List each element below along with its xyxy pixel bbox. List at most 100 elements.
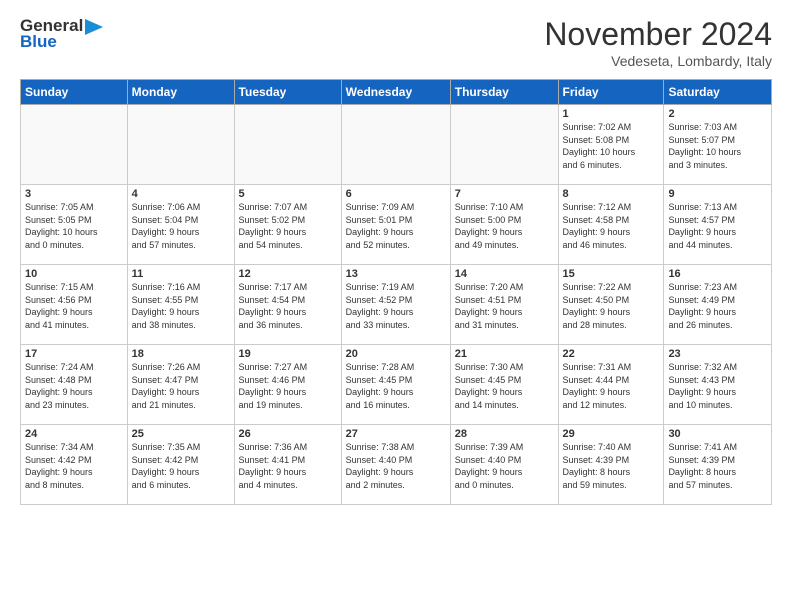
calendar-day-cell [21, 105, 128, 185]
calendar-day-cell: 30Sunrise: 7:41 AM Sunset: 4:39 PM Dayli… [664, 425, 772, 505]
day-number: 21 [455, 348, 554, 360]
day-info: Sunrise: 7:03 AM Sunset: 5:07 PM Dayligh… [668, 121, 767, 171]
day-info: Sunrise: 7:35 AM Sunset: 4:42 PM Dayligh… [132, 441, 230, 491]
day-info: Sunrise: 7:20 AM Sunset: 4:51 PM Dayligh… [455, 281, 554, 331]
day-number: 25 [132, 428, 230, 440]
calendar-day-cell: 26Sunrise: 7:36 AM Sunset: 4:41 PM Dayli… [234, 425, 341, 505]
subtitle: Vedeseta, Lombardy, Italy [544, 53, 772, 69]
day-number: 5 [239, 188, 337, 200]
calendar-day-cell: 5Sunrise: 7:07 AM Sunset: 5:02 PM Daylig… [234, 185, 341, 265]
day-info: Sunrise: 7:23 AM Sunset: 4:49 PM Dayligh… [668, 281, 767, 331]
logo-arrow-icon [85, 19, 103, 35]
day-number: 1 [563, 108, 660, 120]
col-sunday: Sunday [21, 80, 128, 105]
logo-blue: Blue [20, 32, 57, 52]
calendar-day-cell: 27Sunrise: 7:38 AM Sunset: 4:40 PM Dayli… [341, 425, 450, 505]
month-title: November 2024 [544, 16, 772, 53]
day-info: Sunrise: 7:31 AM Sunset: 4:44 PM Dayligh… [563, 361, 660, 411]
day-info: Sunrise: 7:38 AM Sunset: 4:40 PM Dayligh… [346, 441, 446, 491]
calendar-table: Sunday Monday Tuesday Wednesday Thursday… [20, 79, 772, 505]
day-info: Sunrise: 7:41 AM Sunset: 4:39 PM Dayligh… [668, 441, 767, 491]
calendar-day-cell: 10Sunrise: 7:15 AM Sunset: 4:56 PM Dayli… [21, 265, 128, 345]
calendar-day-cell: 20Sunrise: 7:28 AM Sunset: 4:45 PM Dayli… [341, 345, 450, 425]
calendar-day-cell: 2Sunrise: 7:03 AM Sunset: 5:07 PM Daylig… [664, 105, 772, 185]
day-number: 20 [346, 348, 446, 360]
calendar-day-cell: 21Sunrise: 7:30 AM Sunset: 4:45 PM Dayli… [450, 345, 558, 425]
day-info: Sunrise: 7:26 AM Sunset: 4:47 PM Dayligh… [132, 361, 230, 411]
calendar-day-cell: 17Sunrise: 7:24 AM Sunset: 4:48 PM Dayli… [21, 345, 128, 425]
calendar-day-cell: 11Sunrise: 7:16 AM Sunset: 4:55 PM Dayli… [127, 265, 234, 345]
calendar-day-cell [234, 105, 341, 185]
calendar-day-cell [127, 105, 234, 185]
day-info: Sunrise: 7:28 AM Sunset: 4:45 PM Dayligh… [346, 361, 446, 411]
calendar-week-row: 24Sunrise: 7:34 AM Sunset: 4:42 PM Dayli… [21, 425, 772, 505]
col-monday: Monday [127, 80, 234, 105]
day-number: 8 [563, 188, 660, 200]
calendar-day-cell: 6Sunrise: 7:09 AM Sunset: 5:01 PM Daylig… [341, 185, 450, 265]
col-friday: Friday [558, 80, 664, 105]
day-info: Sunrise: 7:32 AM Sunset: 4:43 PM Dayligh… [668, 361, 767, 411]
day-info: Sunrise: 7:07 AM Sunset: 5:02 PM Dayligh… [239, 201, 337, 251]
calendar-week-row: 1Sunrise: 7:02 AM Sunset: 5:08 PM Daylig… [21, 105, 772, 185]
calendar-day-cell: 23Sunrise: 7:32 AM Sunset: 4:43 PM Dayli… [664, 345, 772, 425]
day-number: 15 [563, 268, 660, 280]
calendar-day-cell [450, 105, 558, 185]
day-number: 11 [132, 268, 230, 280]
day-info: Sunrise: 7:13 AM Sunset: 4:57 PM Dayligh… [668, 201, 767, 251]
calendar-day-cell: 25Sunrise: 7:35 AM Sunset: 4:42 PM Dayli… [127, 425, 234, 505]
day-number: 29 [563, 428, 660, 440]
day-number: 13 [346, 268, 446, 280]
calendar-day-cell: 18Sunrise: 7:26 AM Sunset: 4:47 PM Dayli… [127, 345, 234, 425]
day-number: 12 [239, 268, 337, 280]
col-wednesday: Wednesday [341, 80, 450, 105]
day-number: 18 [132, 348, 230, 360]
day-info: Sunrise: 7:30 AM Sunset: 4:45 PM Dayligh… [455, 361, 554, 411]
day-number: 24 [25, 428, 123, 440]
day-number: 7 [455, 188, 554, 200]
day-info: Sunrise: 7:19 AM Sunset: 4:52 PM Dayligh… [346, 281, 446, 331]
calendar-day-cell: 29Sunrise: 7:40 AM Sunset: 4:39 PM Dayli… [558, 425, 664, 505]
day-number: 28 [455, 428, 554, 440]
calendar-day-cell: 19Sunrise: 7:27 AM Sunset: 4:46 PM Dayli… [234, 345, 341, 425]
calendar-day-cell [341, 105, 450, 185]
col-thursday: Thursday [450, 80, 558, 105]
day-info: Sunrise: 7:40 AM Sunset: 4:39 PM Dayligh… [563, 441, 660, 491]
calendar-day-cell: 13Sunrise: 7:19 AM Sunset: 4:52 PM Dayli… [341, 265, 450, 345]
day-number: 17 [25, 348, 123, 360]
day-info: Sunrise: 7:15 AM Sunset: 4:56 PM Dayligh… [25, 281, 123, 331]
day-number: 6 [346, 188, 446, 200]
day-info: Sunrise: 7:34 AM Sunset: 4:42 PM Dayligh… [25, 441, 123, 491]
day-info: Sunrise: 7:10 AM Sunset: 5:00 PM Dayligh… [455, 201, 554, 251]
day-number: 23 [668, 348, 767, 360]
day-info: Sunrise: 7:05 AM Sunset: 5:05 PM Dayligh… [25, 201, 123, 251]
calendar-week-row: 3Sunrise: 7:05 AM Sunset: 5:05 PM Daylig… [21, 185, 772, 265]
col-saturday: Saturday [664, 80, 772, 105]
calendar-day-cell: 9Sunrise: 7:13 AM Sunset: 4:57 PM Daylig… [664, 185, 772, 265]
calendar-day-cell: 28Sunrise: 7:39 AM Sunset: 4:40 PM Dayli… [450, 425, 558, 505]
day-number: 14 [455, 268, 554, 280]
day-info: Sunrise: 7:06 AM Sunset: 5:04 PM Dayligh… [132, 201, 230, 251]
calendar-week-row: 10Sunrise: 7:15 AM Sunset: 4:56 PM Dayli… [21, 265, 772, 345]
calendar-day-cell: 14Sunrise: 7:20 AM Sunset: 4:51 PM Dayli… [450, 265, 558, 345]
col-tuesday: Tuesday [234, 80, 341, 105]
calendar-day-cell: 7Sunrise: 7:10 AM Sunset: 5:00 PM Daylig… [450, 185, 558, 265]
day-info: Sunrise: 7:27 AM Sunset: 4:46 PM Dayligh… [239, 361, 337, 411]
day-info: Sunrise: 7:09 AM Sunset: 5:01 PM Dayligh… [346, 201, 446, 251]
calendar-day-cell: 8Sunrise: 7:12 AM Sunset: 4:58 PM Daylig… [558, 185, 664, 265]
calendar-header-row: Sunday Monday Tuesday Wednesday Thursday… [21, 80, 772, 105]
calendar-day-cell: 1Sunrise: 7:02 AM Sunset: 5:08 PM Daylig… [558, 105, 664, 185]
logo: General Blue [20, 16, 103, 52]
day-number: 9 [668, 188, 767, 200]
day-info: Sunrise: 7:24 AM Sunset: 4:48 PM Dayligh… [25, 361, 123, 411]
page: General Blue November 2024 Vedeseta, Lom… [0, 0, 792, 612]
day-info: Sunrise: 7:12 AM Sunset: 4:58 PM Dayligh… [563, 201, 660, 251]
calendar-day-cell: 3Sunrise: 7:05 AM Sunset: 5:05 PM Daylig… [21, 185, 128, 265]
calendar-day-cell: 4Sunrise: 7:06 AM Sunset: 5:04 PM Daylig… [127, 185, 234, 265]
day-number: 4 [132, 188, 230, 200]
day-number: 30 [668, 428, 767, 440]
day-info: Sunrise: 7:17 AM Sunset: 4:54 PM Dayligh… [239, 281, 337, 331]
header: General Blue November 2024 Vedeseta, Lom… [20, 16, 772, 69]
day-info: Sunrise: 7:02 AM Sunset: 5:08 PM Dayligh… [563, 121, 660, 171]
title-section: November 2024 Vedeseta, Lombardy, Italy [544, 16, 772, 69]
calendar-day-cell: 15Sunrise: 7:22 AM Sunset: 4:50 PM Dayli… [558, 265, 664, 345]
